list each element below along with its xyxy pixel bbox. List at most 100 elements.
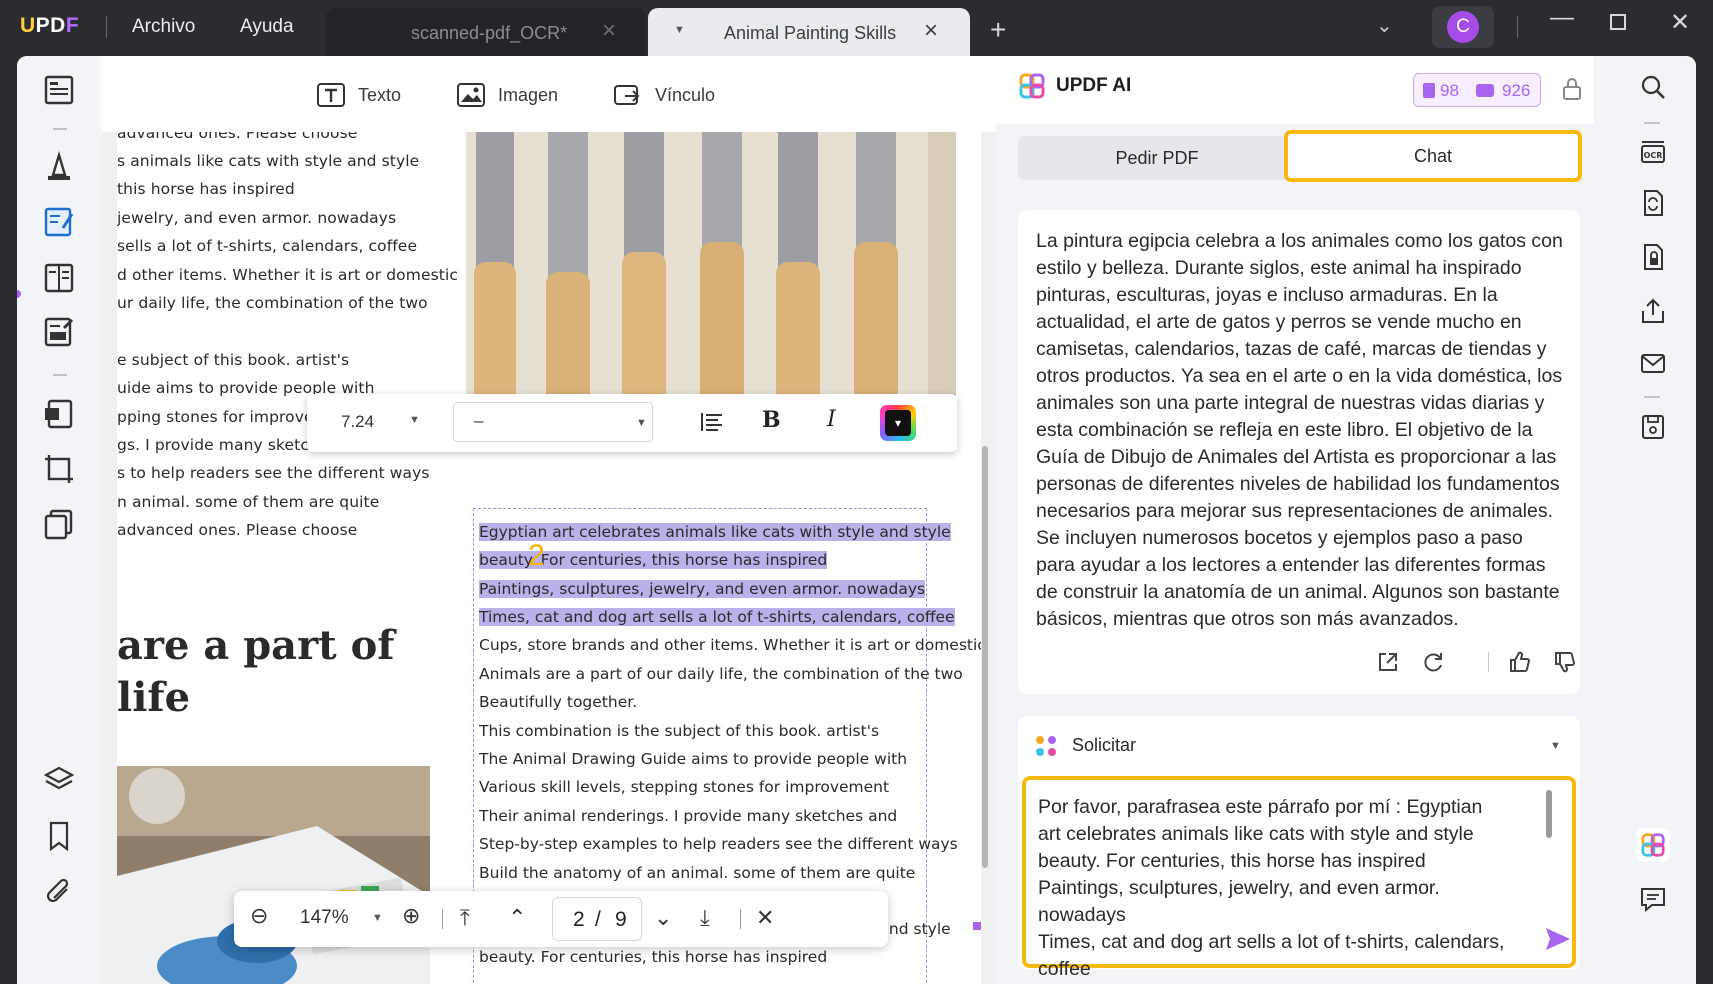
convert-pdf-icon[interactable] bbox=[1638, 188, 1668, 218]
last-page-icon[interactable]: ⤓ bbox=[700, 905, 710, 931]
prompt-select[interactable]: Solicitar bbox=[1072, 735, 1136, 756]
bold-button[interactable]: B bbox=[762, 407, 781, 433]
zoom-out-icon[interactable]: ⊖ bbox=[250, 903, 268, 929]
page-text-line[interactable]: s animals like cats with style and style bbox=[117, 152, 419, 170]
new-tab-button[interactable]: + bbox=[990, 14, 1006, 46]
account-button[interactable]: C bbox=[1432, 6, 1494, 48]
text-box-line[interactable]: Step-by-step examples to help readers se… bbox=[479, 835, 958, 853]
text-box-line[interactable]: Their animal renderings. I provide many … bbox=[479, 807, 897, 825]
chevron-down-icon[interactable]: ▼ bbox=[1550, 740, 1561, 752]
layers-icon[interactable] bbox=[41, 762, 77, 798]
ocr-icon[interactable]: OCR bbox=[1638, 138, 1668, 168]
paint-image[interactable] bbox=[117, 766, 430, 984]
chat-input[interactable]: Por favor, parafrasea este párrafo por m… bbox=[1022, 776, 1576, 980]
menu-archivo[interactable]: Archivo bbox=[132, 16, 195, 38]
attachment-icon[interactable] bbox=[41, 874, 77, 910]
maximize-button[interactable] bbox=[1610, 14, 1626, 30]
protect-pdf-icon[interactable] bbox=[1638, 242, 1668, 272]
next-page-icon[interactable]: ⌄ bbox=[654, 905, 672, 931]
chat-input-text[interactable]: Por favor, parafrasea este párrafo por m… bbox=[1038, 794, 1508, 983]
chevron-down-icon[interactable]: ▼ bbox=[409, 414, 420, 426]
zoom-in-icon[interactable]: ⊕ bbox=[402, 903, 420, 929]
comment-tool-icon[interactable] bbox=[41, 149, 77, 185]
crop-icon[interactable] bbox=[41, 451, 77, 487]
thumbs-up-icon[interactable] bbox=[1508, 650, 1532, 674]
bookmark-icon[interactable] bbox=[41, 818, 77, 854]
text-box-line[interactable]: Beautifully together. bbox=[479, 693, 637, 711]
save-icon[interactable] bbox=[1638, 412, 1668, 442]
page-text-line[interactable]: s to help readers see the different ways bbox=[117, 464, 430, 482]
lock-icon[interactable] bbox=[1561, 76, 1583, 102]
font-family-select[interactable]: – ▼ bbox=[453, 402, 653, 442]
search-icon[interactable] bbox=[1638, 72, 1668, 102]
tab-label: scanned-pdf_OCR* bbox=[411, 23, 568, 43]
input-scrollbar[interactable] bbox=[1546, 790, 1552, 838]
page-text-line[interactable]: advanced ones. Please choose bbox=[117, 521, 357, 539]
chevron-down-icon[interactable]: ▼ bbox=[674, 24, 685, 36]
page-separator: / bbox=[595, 908, 601, 931]
text-box-line[interactable]: Cups, store brands and other items. Whet… bbox=[479, 636, 981, 654]
page-text-line[interactable]: advanced ones. Please choose bbox=[117, 132, 357, 142]
page-text-line[interactable]: pping stones for improveme bbox=[117, 408, 339, 426]
email-icon[interactable] bbox=[1638, 348, 1668, 378]
comments-list-icon[interactable] bbox=[1638, 884, 1668, 914]
text-box-line[interactable]: Various skill levels, stepping stones fo… bbox=[479, 778, 889, 796]
text-box-line[interactable]: Egyptian art celebrates animals like cat… bbox=[479, 523, 951, 541]
reader-mode-icon[interactable] bbox=[41, 72, 77, 108]
left-toolbar bbox=[17, 56, 101, 984]
text-box-line[interactable]: The Animal Drawing Guide aims to provide… bbox=[479, 750, 907, 768]
close-window-button[interactable]: ✕ bbox=[1670, 8, 1690, 37]
chevron-down-icon[interactable]: ▼ bbox=[372, 912, 383, 924]
brushes-image[interactable] bbox=[466, 132, 956, 422]
page-text-line[interactable]: ur daily life, the combination of the tw… bbox=[117, 294, 428, 312]
resize-handle[interactable] bbox=[973, 922, 981, 930]
text-color-button[interactable]: ▾ bbox=[880, 405, 916, 441]
pages-icon[interactable] bbox=[41, 506, 77, 542]
text-box-line[interactable]: This combination is the subject of this … bbox=[479, 722, 879, 740]
share-icon[interactable] bbox=[1638, 296, 1668, 326]
page-text-line[interactable]: n animal. some of them are quite bbox=[117, 493, 379, 511]
chevron-down-icon[interactable]: ⌄ bbox=[1376, 13, 1393, 38]
text-box-line[interactable]: Paintings, sculptures, jewelry, and even… bbox=[479, 580, 926, 598]
first-page-icon[interactable]: ⤒ bbox=[460, 905, 470, 931]
menu-ayuda[interactable]: Ayuda bbox=[240, 16, 294, 38]
tab-animal-painting[interactable]: ▼ Animal Painting Skills × bbox=[648, 8, 970, 56]
page-heading[interactable]: life bbox=[117, 674, 190, 721]
close-icon[interactable]: × bbox=[924, 17, 938, 45]
credits-badge[interactable]: 98 926 bbox=[1413, 73, 1541, 107]
minimize-button[interactable]: — bbox=[1550, 4, 1574, 32]
current-page: 2 bbox=[573, 908, 585, 931]
updf-ai-button[interactable] bbox=[1636, 828, 1670, 862]
form-tool-icon[interactable] bbox=[41, 314, 77, 350]
page-heading[interactable]: are a part of bbox=[117, 622, 394, 669]
tab-ask-pdf[interactable]: Pedir PDF bbox=[1018, 136, 1296, 180]
text-box-line[interactable]: Animals are a part of our daily life, th… bbox=[479, 665, 963, 683]
send-icon[interactable] bbox=[1544, 926, 1572, 952]
vertical-scrollbar[interactable] bbox=[982, 446, 988, 868]
text-box-line[interactable]: Build the anatomy of an animal. some of … bbox=[479, 864, 915, 882]
page-text-line[interactable]: e subject of this book. artist's bbox=[117, 351, 349, 369]
tab-chat[interactable]: Chat bbox=[1284, 130, 1582, 182]
regenerate-icon[interactable] bbox=[1421, 650, 1445, 674]
page-text-line[interactable]: d other items. Whether it is art or dome… bbox=[117, 266, 458, 284]
text-box-line[interactable]: Times, cat and dog art sells a lot of t-… bbox=[479, 608, 955, 626]
page-number-input[interactable]: 2 / 9 bbox=[552, 897, 642, 941]
close-icon[interactable]: × bbox=[602, 17, 616, 45]
align-left-icon[interactable] bbox=[699, 409, 725, 435]
italic-button[interactable]: I bbox=[827, 407, 836, 432]
page-text-line[interactable]: jewelry, and even armor. nowadays bbox=[117, 209, 396, 227]
document-area: Texto Imagen Vínculo advanced ones. Plea… bbox=[101, 56, 996, 984]
tab-scanned-pdf[interactable]: scanned-pdf_OCR* × bbox=[326, 8, 646, 56]
convert-icon[interactable] bbox=[41, 396, 77, 432]
thumbs-down-icon[interactable] bbox=[1553, 650, 1577, 674]
page-text-line[interactable]: sells a lot of t-shirts, calendars, coff… bbox=[117, 237, 417, 255]
prev-page-icon[interactable]: ⌃ bbox=[508, 905, 526, 931]
close-icon[interactable]: ✕ bbox=[756, 905, 774, 931]
text-box-line[interactable]: beauty. For centuries, this horse has in… bbox=[479, 948, 827, 966]
zoom-level[interactable]: 147% bbox=[300, 907, 349, 929]
page-organize-icon[interactable] bbox=[41, 260, 77, 296]
open-external-icon[interactable] bbox=[1376, 650, 1400, 674]
edit-pdf-icon[interactable] bbox=[41, 204, 77, 240]
page-text-line[interactable]: this horse has inspired bbox=[117, 180, 295, 198]
font-size-select[interactable]: 7.24 bbox=[341, 412, 374, 432]
